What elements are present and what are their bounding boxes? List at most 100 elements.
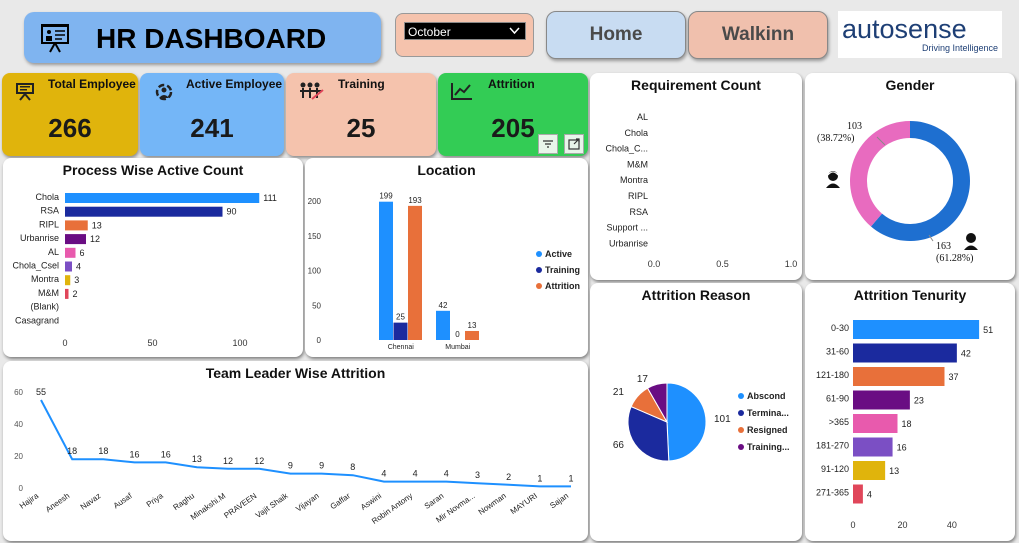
data-label: 51 [983,325,993,335]
category-label: Minakshi.M [189,491,228,522]
data-label: 163 [936,241,951,252]
data-label: 3 [475,470,480,480]
home-button[interactable]: Home [546,11,686,59]
data-label: 9 [319,461,324,471]
y-tick-label: 200 [308,197,322,206]
y-tick-label: 20 [14,452,23,461]
month-value: October [408,25,451,39]
category-label: Nowman [477,491,508,516]
category-label: AL [48,247,59,257]
category-label: Priya [145,491,166,509]
data-label: 18 [67,446,77,456]
category-label: (Blank) [30,302,59,312]
trend-icon [451,83,472,100]
logo-tagline: Driving Intelligence [921,43,998,53]
category-label: Saran [423,491,446,511]
filter-icon [543,140,553,148]
data-label: 16 [130,449,140,459]
legend-dot [536,283,542,289]
legend-dot [738,393,744,399]
category-label: Chola [35,192,59,202]
month-select[interactable]: October [404,22,526,40]
kpi-label: Training [338,77,385,91]
data-label: 66 [613,440,625,451]
gender-panel: Gender 163 (61.28%) 103 (38.72%) [805,73,1015,280]
team-icon [155,83,173,101]
bar [65,193,260,203]
bar [65,206,223,217]
data-label: 13 [468,321,477,330]
reason-chart: 101 66 21 17 Abscond Termina... Resigned Traini… [613,374,790,462]
kpi-value: 266 [48,113,92,143]
data-label: 4 [867,490,872,500]
walkinn-button[interactable]: Walkinn [688,11,828,59]
bar [853,367,945,386]
x-tick-label: 1.0 [785,259,798,269]
category-label: RSA [629,207,648,217]
team-panel: Team Leader Wise Attrition 0 20 40 60 55 18 18… [3,361,588,541]
legend-dot [738,444,744,450]
bar [853,343,957,363]
legend-label: Attrition [545,281,580,291]
data-label: 8 [350,462,355,472]
data-label: 23 [914,396,924,406]
requirement-chart: AL Chola Chola_C... M&M Montra RIPL RSA Support… [605,112,798,269]
month-filter: October [395,13,534,57]
bar [853,390,910,410]
presentation-icon [41,24,69,53]
y-tick-label: 0 [317,336,322,345]
data-label: 6 [80,248,85,258]
kpi-label: Total Employee [48,77,136,91]
data-label: 13 [889,466,899,476]
bar [853,461,886,480]
legend-label: Training... [747,442,790,452]
category-label: Vajit Shaik [254,491,290,520]
process-panel: Process Wise Active Count Chola 111 RSA 90 R… [3,158,303,357]
data-label: 1 [537,473,542,483]
x-tick-label: 0 [62,338,67,348]
category-label: 0-30 [831,323,849,333]
tenure-chart: 0-30 51 31-60 42 121-180 37 61-90 23 >365 18 181-2… [816,320,993,530]
bar [853,320,980,339]
female-icon [826,171,840,188]
data-label: 0 [455,330,460,339]
kpi-attrition: Attrition 205 [438,73,588,156]
bar [436,310,450,340]
legend-dot [536,267,542,273]
x-tick-label: 0.0 [648,259,661,269]
category-label: Urbanrise [609,238,648,248]
category-label: Vijayan [294,491,321,513]
category-label: Hajira [18,491,41,511]
category-label: Chola_Csel [12,261,59,271]
data-label: 103 [847,121,862,132]
category-label: M&M [38,288,59,298]
bar [65,247,76,258]
data-label: 17 [637,374,649,385]
data-label: 3 [74,275,79,285]
logo-text: autosense [842,14,967,44]
legend-label: Abscond [747,391,786,401]
kpi-value: 25 [346,113,376,143]
bar [393,322,408,340]
training-icon [300,82,324,100]
data-label: 13 [92,220,102,230]
category-label: Aswini [359,491,383,512]
x-tick-label: 0 [850,520,855,530]
data-label: 18 [98,446,108,456]
data-label: 90 [227,207,237,217]
category-label: Montra [31,274,59,284]
location-panel: Location 0 50 100 150 200 199 25 193 Chennai 42 0 1… [305,158,588,357]
filter-button[interactable] [538,134,558,154]
bar [65,261,72,272]
data-label: 193 [408,196,422,205]
data-label: 101 [714,414,731,425]
category-label: Ausaf [112,491,135,511]
category-label: Chennai [388,344,415,351]
y-tick-label: 150 [308,232,322,241]
data-label: 21 [613,387,625,398]
bar [65,288,69,299]
data-label: 12 [90,234,100,244]
expand-button[interactable] [564,134,584,154]
legend-dot [536,251,542,257]
category-label: Chola_C... [605,144,648,154]
